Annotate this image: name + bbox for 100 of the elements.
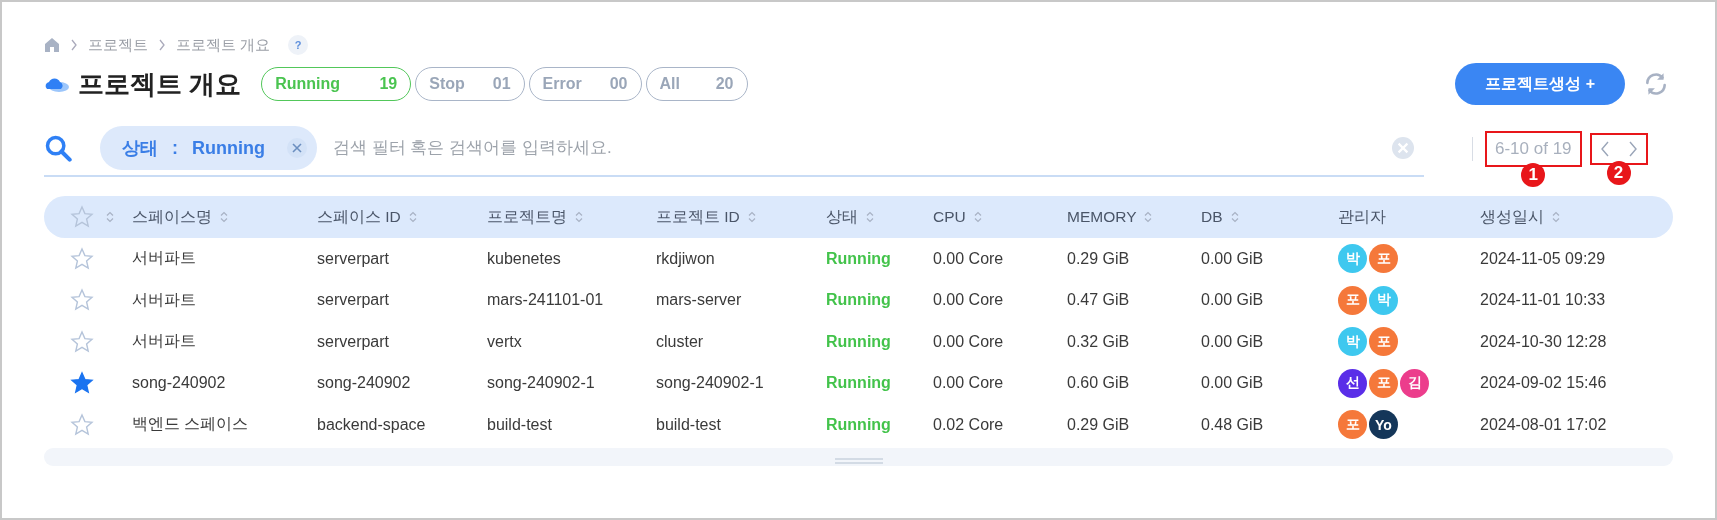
table-cell: cluster: [656, 332, 704, 350]
refresh-icon[interactable]: [1643, 71, 1669, 97]
star-icon[interactable]: [70, 412, 94, 437]
table-cell: 0.29 GiB: [1067, 415, 1130, 433]
clear-icon[interactable]: [1392, 137, 1414, 159]
star-icon[interactable]: [70, 205, 94, 229]
table-cell: 0.32 GiB: [1067, 332, 1130, 350]
manager-avatar: 포: [1369, 244, 1398, 274]
chevron-icon: [158, 39, 166, 51]
sort-icon[interactable]: [747, 211, 756, 223]
table-cell: song-240902: [317, 374, 411, 392]
search-field[interactable]: 검색 필터 혹은 검색어를 입력하세요.: [331, 132, 1392, 164]
chevron-icon: [70, 39, 78, 51]
previous-page-icon[interactable]: [1599, 141, 1610, 157]
next-page-icon[interactable]: [1627, 141, 1638, 157]
table-cell: song-240902-1: [656, 374, 764, 392]
table-cell: 2024-10-30 12:28: [1480, 332, 1607, 350]
table-cell: 2024-08-01 17:02: [1480, 415, 1607, 433]
table-cell: 0.47 GiB: [1067, 291, 1130, 309]
table-cell: kubenetes: [487, 249, 561, 267]
table-cell: mars-241101-01: [487, 291, 604, 309]
table-cell: 0.00 Core: [933, 291, 1004, 309]
manager-avatar: 포: [1338, 285, 1367, 315]
sort-icon[interactable]: [1144, 211, 1153, 223]
manager-avatar: 선: [1338, 368, 1367, 398]
manager-avatar: Yo: [1369, 410, 1398, 440]
page-title: 프로젝트 개요: [78, 67, 242, 101]
table-cell: serverpart: [317, 332, 390, 350]
table-cell: 서버파트: [132, 249, 196, 267]
pagination-range: 6-10 of 19: [1495, 139, 1572, 159]
table-cell: Running: [826, 291, 891, 309]
sort-icon[interactable]: [575, 211, 583, 223]
table-cell: 서버파트: [132, 290, 196, 308]
table-cell: 0.00 Core: [933, 374, 1004, 392]
manager-avatar: 포: [1369, 368, 1398, 398]
column-header[interactable]: 상태: [826, 206, 858, 228]
column-header[interactable]: CPU: [933, 208, 966, 226]
home-icon[interactable]: [44, 37, 60, 53]
table-cell: build-test: [487, 415, 552, 433]
column-header[interactable]: DB: [1201, 208, 1223, 226]
star-icon[interactable]: [70, 371, 94, 396]
column-header[interactable]: MEMORY: [1067, 208, 1137, 226]
table-cell: 0.00 Core: [933, 332, 1004, 350]
sort-icon[interactable]: [1230, 211, 1239, 223]
table-cell: 0.00 GiB: [1201, 249, 1264, 267]
table-cell: 0.00 GiB: [1201, 291, 1264, 309]
sort-icon[interactable]: [973, 211, 982, 223]
star-icon[interactable]: [70, 329, 94, 354]
sort-icon[interactable]: [1552, 211, 1560, 223]
callout-number: 1: [1521, 163, 1546, 187]
table-cell: 0.00 GiB: [1201, 332, 1264, 350]
table-cell: 0.29 GiB: [1067, 249, 1130, 267]
column-header[interactable]: 스페이스 ID: [317, 206, 401, 228]
table-cell: build-test: [656, 415, 721, 433]
table-cell: 2024-09-02 15:46: [1480, 374, 1607, 392]
star-icon[interactable]: [70, 246, 94, 271]
table-cell: serverpart: [317, 249, 390, 267]
table-cell: 0.60 GiB: [1067, 374, 1130, 392]
table-cell: backend-space: [317, 415, 426, 433]
table-cell: Running: [826, 374, 891, 392]
breadcrumb-item: 프로젝트 개요: [176, 35, 271, 55]
table-cell: 백엔드 스페이스: [132, 415, 249, 433]
column-header[interactable]: 프로젝트명: [487, 206, 567, 228]
search-icon[interactable]: [44, 134, 72, 162]
manager-avatar: 박: [1338, 244, 1367, 274]
table-cell: rkdjiwon: [656, 249, 715, 267]
callout-number: 2: [1606, 161, 1631, 185]
column-header[interactable]: 스페이스명: [132, 206, 212, 228]
sort-icon[interactable]: [866, 211, 874, 223]
star-icon[interactable]: [70, 288, 94, 313]
sort-icon[interactable]: [106, 211, 114, 223]
manager-avatar: 포: [1338, 410, 1367, 440]
table-cell: 2024-11-01 10:33: [1480, 291, 1606, 309]
filter-chip[interactable]: 상태 : Running: [100, 126, 317, 170]
drag-handle-icon[interactable]: [834, 456, 883, 465]
table-cell: 서버파트: [132, 332, 196, 350]
create-project-button[interactable]: 프로젝트생성 +: [1455, 63, 1625, 105]
manager-avatar: 박: [1338, 327, 1367, 357]
table-cell: song-240902-1: [487, 374, 595, 392]
filter-value: Running: [192, 137, 265, 159]
manager-avatar: 박: [1369, 285, 1398, 315]
horizontal-scrollbar[interactable]: [44, 447, 1673, 466]
cloud-icon: [44, 75, 70, 93]
column-header[interactable]: 생성일시: [1480, 206, 1544, 228]
column-header[interactable]: 프로젝트 ID: [656, 206, 740, 228]
table-cell: song-240902: [132, 374, 226, 392]
table-cell: 0.02 Core: [933, 415, 1004, 433]
table-cell: 2024-11-05 09:29: [1480, 249, 1606, 267]
column-header: 관리자: [1338, 206, 1386, 227]
table-cell: mars-server: [656, 291, 742, 309]
filter-separator: :: [172, 137, 178, 159]
table-cell: Running: [826, 332, 891, 350]
manager-avatar: 김: [1400, 368, 1429, 398]
table-cell: Running: [826, 249, 891, 267]
table-cell: vertx: [487, 332, 522, 350]
sort-icon[interactable]: [220, 211, 228, 223]
table-cell: 0.48 GiB: [1201, 415, 1264, 433]
remove-filter-icon[interactable]: [287, 138, 307, 158]
table-cell: serverpart: [317, 291, 390, 309]
sort-icon[interactable]: [408, 211, 417, 223]
